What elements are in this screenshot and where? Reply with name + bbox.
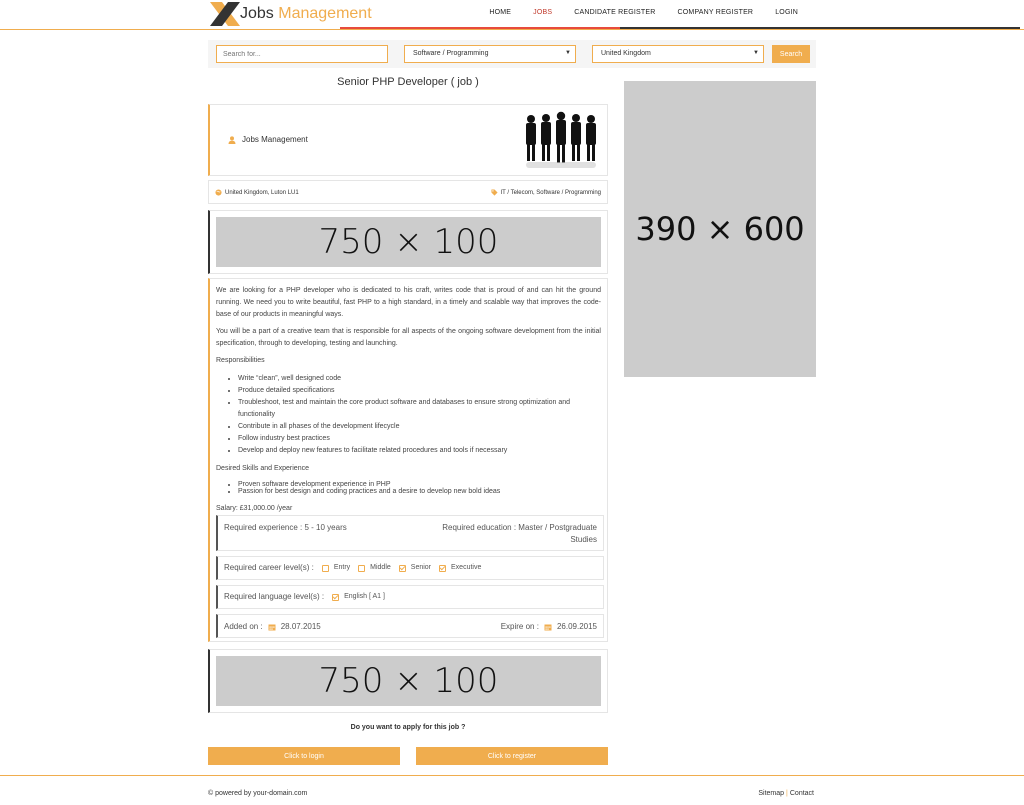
apply-question: Do you want to apply for this job ? <box>350 724 466 731</box>
category-select-value: Software / Programming <box>413 50 489 57</box>
location-select[interactable]: United Kingdom ▼ <box>592 45 764 63</box>
checkbox-checked-icon <box>398 564 406 572</box>
footer-separator: | <box>786 790 788 797</box>
logo-text-secondary: Management <box>278 5 372 22</box>
added-date-label: Added on : <box>224 622 263 631</box>
career-levels-label: Required career level(s) : <box>224 563 314 572</box>
header-divider-accent <box>340 27 620 29</box>
list-item: Follow industry best practices <box>238 433 601 445</box>
career-level-label: Senior <box>410 564 432 571</box>
required-experience: Required experience : 5 - 10 years <box>224 523 347 532</box>
globe-icon <box>215 189 222 196</box>
checkbox-checked-icon <box>332 593 340 601</box>
career-level-executive: Executive <box>439 562 481 574</box>
tag-icon <box>490 189 498 196</box>
responsibilities-heading: Responsibilities <box>216 357 265 364</box>
site-logo[interactable]: Jobs Management <box>208 0 372 28</box>
checkbox-checked-icon <box>439 564 447 572</box>
caret-down-icon: ▼ <box>753 50 759 56</box>
nav-jobs[interactable]: JOBS <box>533 9 552 16</box>
company-name-text: Jobs Management <box>242 135 308 144</box>
register-button[interactable]: Click to register <box>416 747 608 765</box>
responsibilities-list: Write “clean”, well designed code Produc… <box>238 373 601 457</box>
list-item: Passion for best design and coding pract… <box>238 488 601 495</box>
list-item: Develop and deploy new features to facil… <box>238 445 601 457</box>
site-header: Jobs Management HOME JOBS CANDIDATE REGI… <box>0 0 1024 30</box>
location-select-value: United Kingdom <box>601 50 651 57</box>
language-levels-box: Required language level(s) : English [ A… <box>216 585 604 609</box>
banner-ad-top: 750 × 100 <box>208 210 608 274</box>
company-card: Jobs Management <box>208 104 608 176</box>
language-level-label: English [ A1 ] <box>344 593 385 600</box>
location-card: United Kingdom, Luton LU1 IT / Telecom, … <box>208 180 608 204</box>
list-item: Proven software development experience i… <box>238 481 601 488</box>
skills-list: Proven software development experience i… <box>238 481 601 495</box>
dates-box: Added on : 28.07.2015 Expire on : 26.09.… <box>216 614 604 638</box>
nav-candidate-register[interactable]: CANDIDATE REGISTER <box>574 9 655 16</box>
calendar-icon <box>544 624 552 631</box>
job-location-text: United Kingdom, Luton LU1 <box>225 189 299 196</box>
checkbox-empty-icon <box>321 564 329 572</box>
login-button[interactable]: Click to login <box>208 747 400 765</box>
copyright-text: © powered by your-domain.com <box>208 790 308 797</box>
expire-date-value: 26.09.2015 <box>556 622 597 631</box>
career-level-middle: Middle <box>358 562 391 574</box>
main-nav: HOME JOBS CANDIDATE REGISTER COMPANY REG… <box>467 9 798 16</box>
language-level-english: English [ A1 ] <box>332 591 385 603</box>
career-level-label: Entry <box>333 564 351 571</box>
list-item: Produce detailed specifications <box>238 385 601 397</box>
added-date: Added on : 28.07.2015 <box>224 621 321 633</box>
skills-heading: Desired Skills and Experience <box>216 465 309 472</box>
banner-ad-placeholder[interactable]: 750 × 100 <box>216 656 601 706</box>
sidebar-ad-placeholder[interactable]: 390 × 600 <box>624 81 816 377</box>
added-date-value: 28.07.2015 <box>280 622 321 631</box>
career-level-label: Middle <box>370 564 391 571</box>
job-description-card: We are looking for a PHP developer who i… <box>208 278 608 642</box>
calendar-icon <box>268 624 276 631</box>
sitemap-link[interactable]: Sitemap <box>758 790 784 797</box>
description-paragraph: You will be a part of a creative team th… <box>216 328 601 347</box>
job-categories: IT / Telecom, Software / Programming <box>490 189 601 196</box>
logo-text: Jobs Management <box>240 5 372 23</box>
banner-ad-bottom: 750 × 100 <box>208 649 608 713</box>
footer-links: Sitemap | Contact <box>758 790 814 797</box>
site-footer: © powered by your-domain.com Sitemap | Con… <box>0 775 1024 805</box>
job-title: Senior PHP Developer ( job ) <box>337 76 479 88</box>
salary: Salary: £31,000.00 /year <box>216 505 293 512</box>
logo-x-icon <box>210 2 240 26</box>
career-level-senior: Senior <box>398 562 432 574</box>
list-item: Write “clean”, well designed code <box>238 373 601 385</box>
career-level-entry: Entry <box>321 562 351 574</box>
nav-home[interactable]: HOME <box>489 9 511 16</box>
nav-login[interactable]: LOGIN <box>775 9 798 16</box>
user-icon <box>228 135 236 144</box>
expire-date-label: Expire on : <box>500 622 539 631</box>
category-select[interactable]: Software / Programming ▼ <box>404 45 576 63</box>
required-education: Required education : Master / Postgradua… <box>442 523 597 544</box>
company-logo-silhouettes <box>526 111 596 168</box>
nav-company-register[interactable]: COMPANY REGISTER <box>678 9 754 16</box>
requirements-box: Required experience : 5 - 10 years Requi… <box>216 515 604 551</box>
job-categories-text[interactable]: IT / Telecom, Software / Programming <box>501 190 601 196</box>
description-paragraph: We are looking for a PHP developer who i… <box>216 287 601 318</box>
career-level-label: Executive <box>451 564 482 571</box>
checkbox-empty-icon <box>358 564 366 572</box>
search-bar: Software / Programming ▼ United Kingdom … <box>208 40 816 68</box>
language-levels-label: Required language level(s) : <box>224 592 325 601</box>
logo-text-primary: Jobs <box>240 5 274 22</box>
company-name[interactable]: Jobs Management <box>228 135 308 144</box>
career-levels-box: Required career level(s) : Entry Middle … <box>216 556 604 580</box>
contact-link[interactable]: Contact <box>790 790 814 797</box>
list-item: Contribute in all phases of the developm… <box>238 421 601 433</box>
search-button[interactable]: Search <box>772 45 810 63</box>
expire-date: Expire on : 26.09.2015 <box>501 621 597 633</box>
search-input[interactable] <box>216 45 388 63</box>
job-location: United Kingdom, Luton LU1 <box>215 189 299 196</box>
banner-ad-placeholder[interactable]: 750 × 100 <box>216 217 601 267</box>
list-item: Troubleshoot, test and maintain the core… <box>238 397 601 421</box>
caret-down-icon: ▼ <box>565 50 571 56</box>
